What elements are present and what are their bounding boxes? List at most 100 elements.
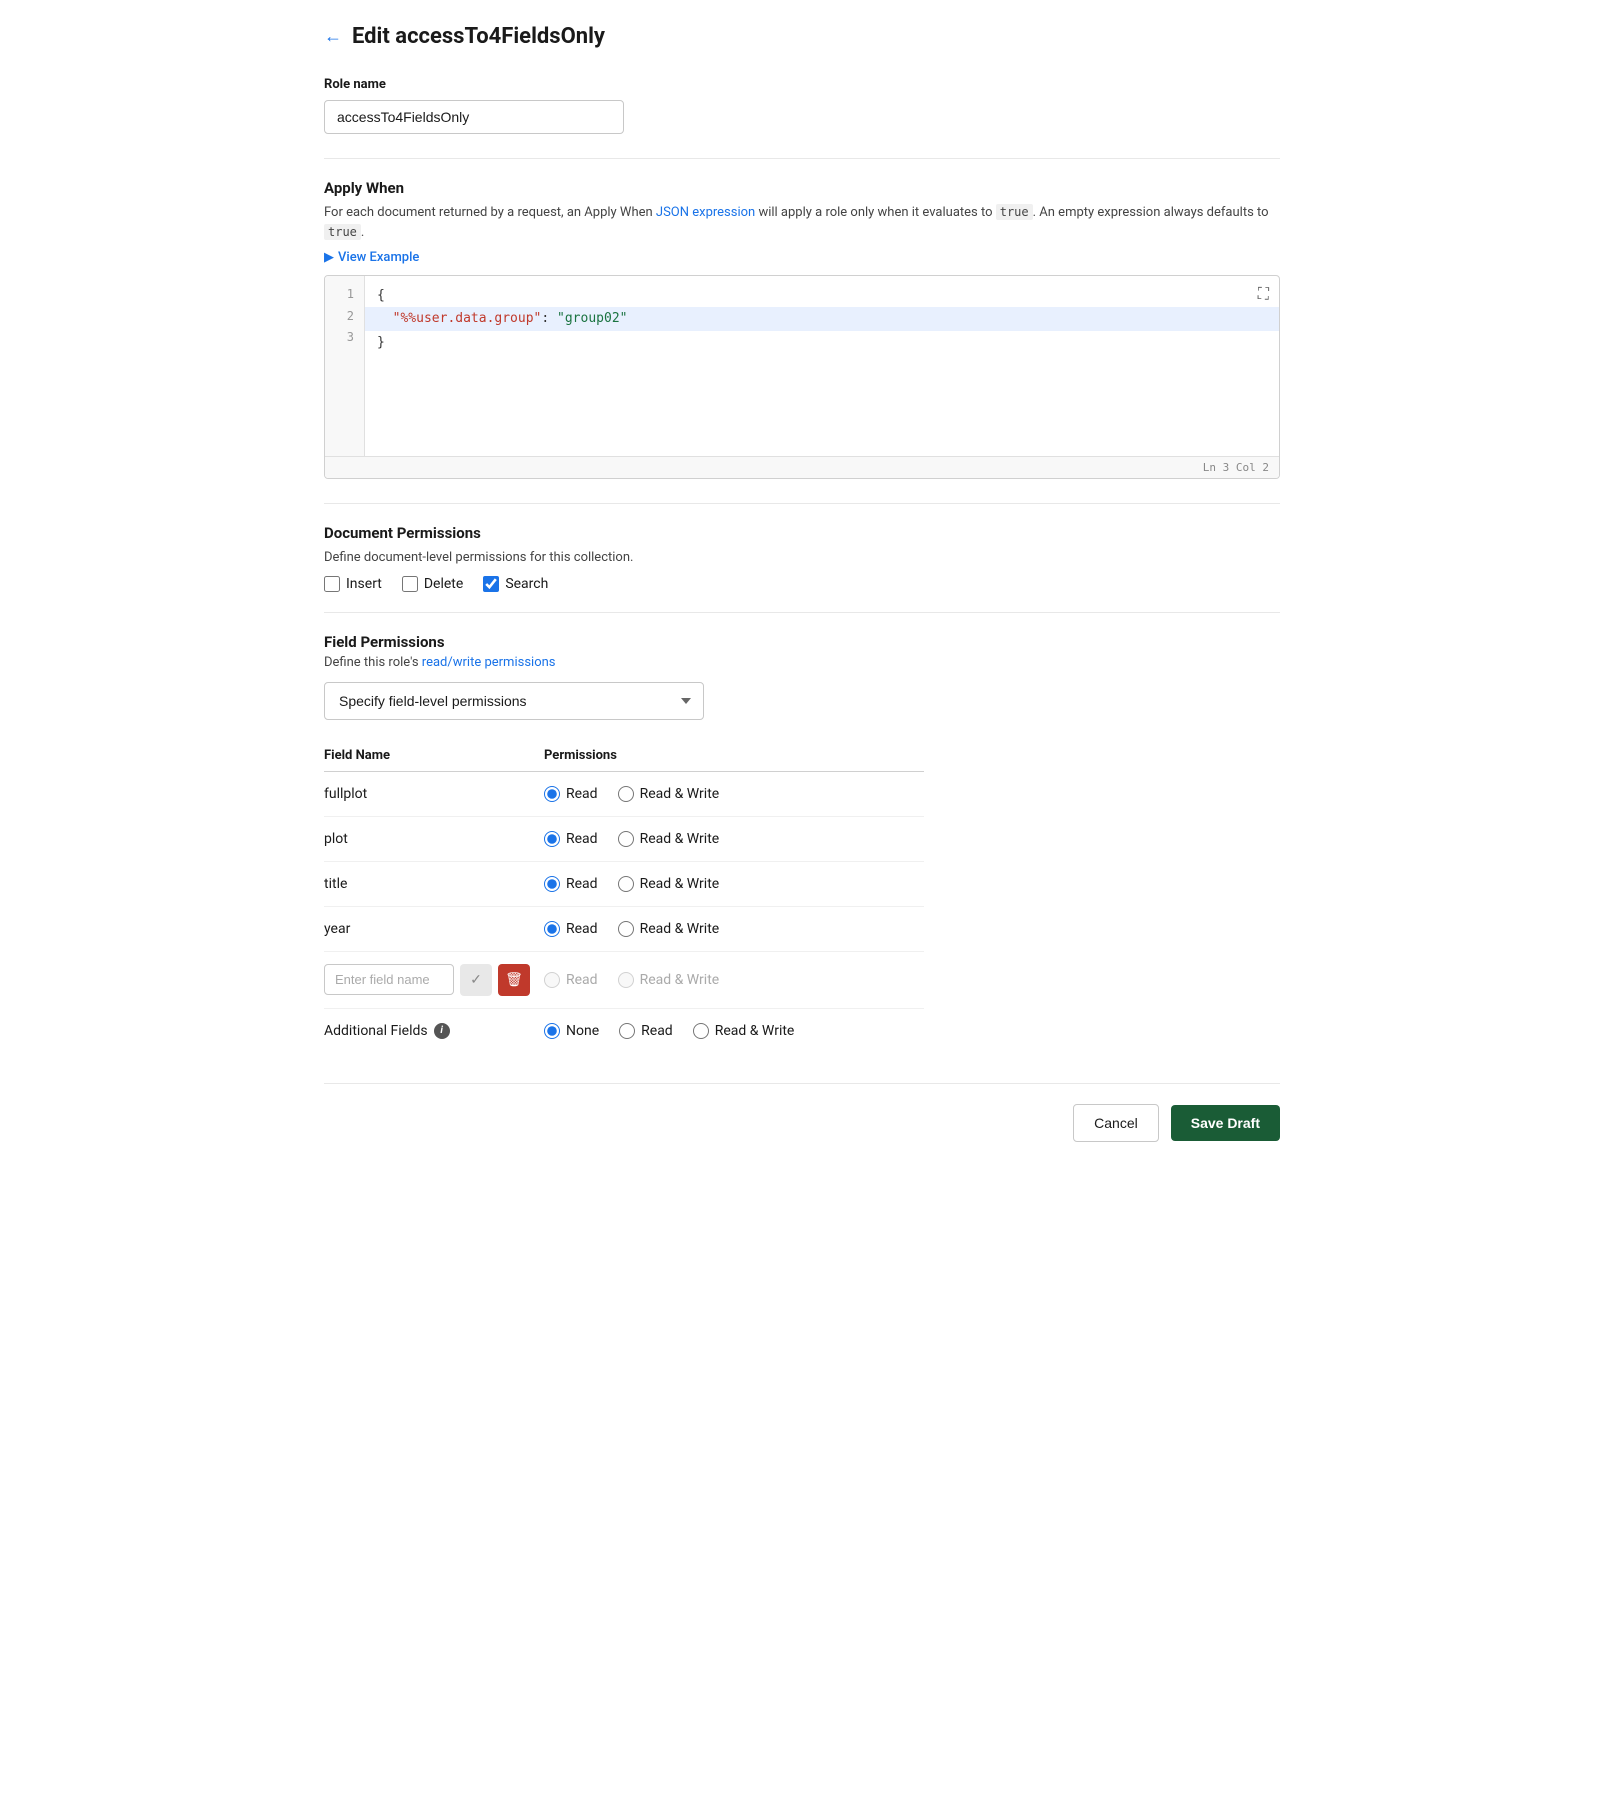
radio-title-readwrite-input[interactable]	[618, 876, 634, 892]
line-numbers: 1 2 3	[325, 276, 365, 456]
radio-fullplot-read-input[interactable]	[544, 786, 560, 802]
desc-suffix1: will apply a role only when it evaluates…	[755, 205, 996, 220]
radio-title-readwrite[interactable]: Read & Write	[618, 876, 720, 892]
checkbox-delete-input[interactable]	[402, 576, 418, 592]
role-name-label: Role name	[324, 77, 1280, 92]
checkbox-insert-label: Insert	[346, 576, 382, 592]
expand-icon[interactable]: ⛶	[1258, 284, 1269, 304]
code-status: Ln 3 Col 2	[325, 456, 1279, 478]
view-example-button[interactable]: ▶ View Example	[324, 250, 1280, 265]
checkbox-insert-input[interactable]	[324, 576, 340, 592]
radio-additional-readwrite[interactable]: Read & Write	[693, 1023, 795, 1039]
field-permissions-dropdown[interactable]: Specify field-level permissions	[324, 682, 704, 720]
code-content: { "%%user.data.group": "group02" }	[365, 276, 1279, 456]
radio-additional-none-label: None	[566, 1023, 599, 1039]
code-key: "%%user.data.group"	[377, 307, 541, 330]
radio-new-read-input[interactable]	[544, 972, 560, 988]
radio-title-readwrite-label: Read & Write	[640, 876, 720, 892]
radio-new-readwrite-input[interactable]	[618, 972, 634, 988]
checkbox-search[interactable]: Search	[483, 576, 548, 592]
radio-title-read-input[interactable]	[544, 876, 560, 892]
radio-additional-readwrite-input[interactable]	[693, 1023, 709, 1039]
radio-additional-none[interactable]: None	[544, 1023, 599, 1039]
save-draft-button[interactable]: Save Draft	[1171, 1105, 1280, 1141]
radio-new-read[interactable]: Read	[544, 972, 598, 988]
additional-fields-label: Additional Fields i	[324, 1023, 544, 1039]
read-write-link[interactable]: read/write permissions	[422, 655, 556, 670]
code-lines: 1 2 3 { "%%user.data.group": "group02" }	[325, 276, 1279, 456]
checkbox-delete-label: Delete	[424, 576, 463, 592]
field-perms-fullplot: Read Read & Write	[544, 786, 924, 802]
checkbox-search-label: Search	[505, 576, 548, 592]
field-perm-desc: Define this role's read/write permission…	[324, 655, 1280, 670]
radio-additional-readwrite-label: Read & Write	[715, 1023, 795, 1039]
cancel-button[interactable]: Cancel	[1073, 1104, 1159, 1142]
radio-fullplot-readwrite[interactable]: Read & Write	[618, 786, 720, 802]
radio-title-read[interactable]: Read	[544, 876, 598, 892]
radio-additional-read-label: Read	[641, 1023, 673, 1039]
new-field-row: ✓ 🗑 Read Read & Write	[324, 952, 924, 1009]
radio-plot-read-label: Read	[566, 831, 598, 847]
divider-1	[324, 158, 1280, 159]
confirm-field-button[interactable]: ✓	[460, 964, 492, 996]
radio-fullplot-read-label: Read	[566, 786, 598, 802]
additional-perms: None Read Read & Write	[544, 1023, 924, 1039]
radio-plot-readwrite-input[interactable]	[618, 831, 634, 847]
field-name-year: year	[324, 921, 544, 937]
col-perms-header: Permissions	[544, 748, 924, 763]
radio-title-read-label: Read	[566, 876, 598, 892]
checkbox-delete[interactable]: Delete	[402, 576, 463, 592]
code-colon: :	[541, 307, 557, 330]
back-button[interactable]: ←	[324, 26, 342, 47]
brace-close: }	[377, 331, 385, 354]
desc-code1: true	[996, 204, 1033, 220]
field-permissions-title: Field Permissions	[324, 633, 1280, 651]
code-line-1: {	[377, 284, 1267, 307]
radio-additional-none-input[interactable]	[544, 1023, 560, 1039]
view-example-label: View Example	[338, 250, 419, 265]
code-line-2: "%%user.data.group": "group02"	[365, 307, 1279, 330]
desc-prefix: For each document returned by a request,…	[324, 205, 656, 220]
additional-fields-row: Additional Fields i None Read Read & Wri…	[324, 1009, 924, 1053]
radio-fullplot-read[interactable]: Read	[544, 786, 598, 802]
field-perms-title: Read Read & Write	[544, 876, 924, 892]
json-expression-link[interactable]: JSON expression	[656, 205, 755, 220]
radio-year-read-input[interactable]	[544, 921, 560, 937]
desc-suffix2: . An empty expression always defaults to	[1033, 205, 1269, 220]
new-field-perms: Read Read & Write	[544, 972, 924, 988]
radio-additional-read-input[interactable]	[619, 1023, 635, 1039]
table-row: title Read Read & Write	[324, 862, 924, 907]
radio-plot-readwrite[interactable]: Read & Write	[618, 831, 720, 847]
role-name-input[interactable]	[324, 100, 624, 134]
page-title: Edit accessTo4FieldsOnly	[352, 24, 605, 49]
page-container: ← Edit accessTo4FieldsOnly Role name App…	[300, 0, 1304, 1182]
desc-end: .	[361, 225, 364, 240]
checkbox-insert[interactable]: Insert	[324, 576, 382, 592]
radio-year-readwrite-input[interactable]	[618, 921, 634, 937]
field-perms-year: Read Read & Write	[544, 921, 924, 937]
radio-fullplot-readwrite-input[interactable]	[618, 786, 634, 802]
radio-additional-read[interactable]: Read	[619, 1023, 673, 1039]
radio-year-readwrite[interactable]: Read & Write	[618, 921, 720, 937]
field-perm-desc-prefix: Define this role's	[324, 655, 422, 670]
line-num-1: 1	[335, 284, 354, 306]
additional-fields-text: Additional Fields	[324, 1023, 428, 1039]
radio-plot-readwrite-label: Read & Write	[640, 831, 720, 847]
radio-year-read-label: Read	[566, 921, 598, 937]
code-editor[interactable]: ⛶ 1 2 3 { "%%user.data.group": "group02"…	[324, 275, 1280, 479]
trash-icon: 🗑	[505, 971, 523, 988]
checkbox-search-input[interactable]	[483, 576, 499, 592]
apply-when-desc: For each document returned by a request,…	[324, 203, 1280, 242]
new-field-input[interactable]	[324, 964, 454, 995]
new-field-input-wrap: ✓ 🗑	[324, 964, 544, 996]
desc-code2: true	[324, 224, 361, 240]
info-icon[interactable]: i	[434, 1023, 450, 1039]
col-name-header: Field Name	[324, 748, 544, 763]
table-header: Field Name Permissions	[324, 740, 924, 772]
radio-plot-read[interactable]: Read	[544, 831, 598, 847]
radio-plot-read-input[interactable]	[544, 831, 560, 847]
footer-actions: Cancel Save Draft	[324, 1083, 1280, 1142]
radio-new-readwrite[interactable]: Read & Write	[618, 972, 720, 988]
delete-field-button[interactable]: 🗑	[498, 964, 530, 996]
radio-year-read[interactable]: Read	[544, 921, 598, 937]
